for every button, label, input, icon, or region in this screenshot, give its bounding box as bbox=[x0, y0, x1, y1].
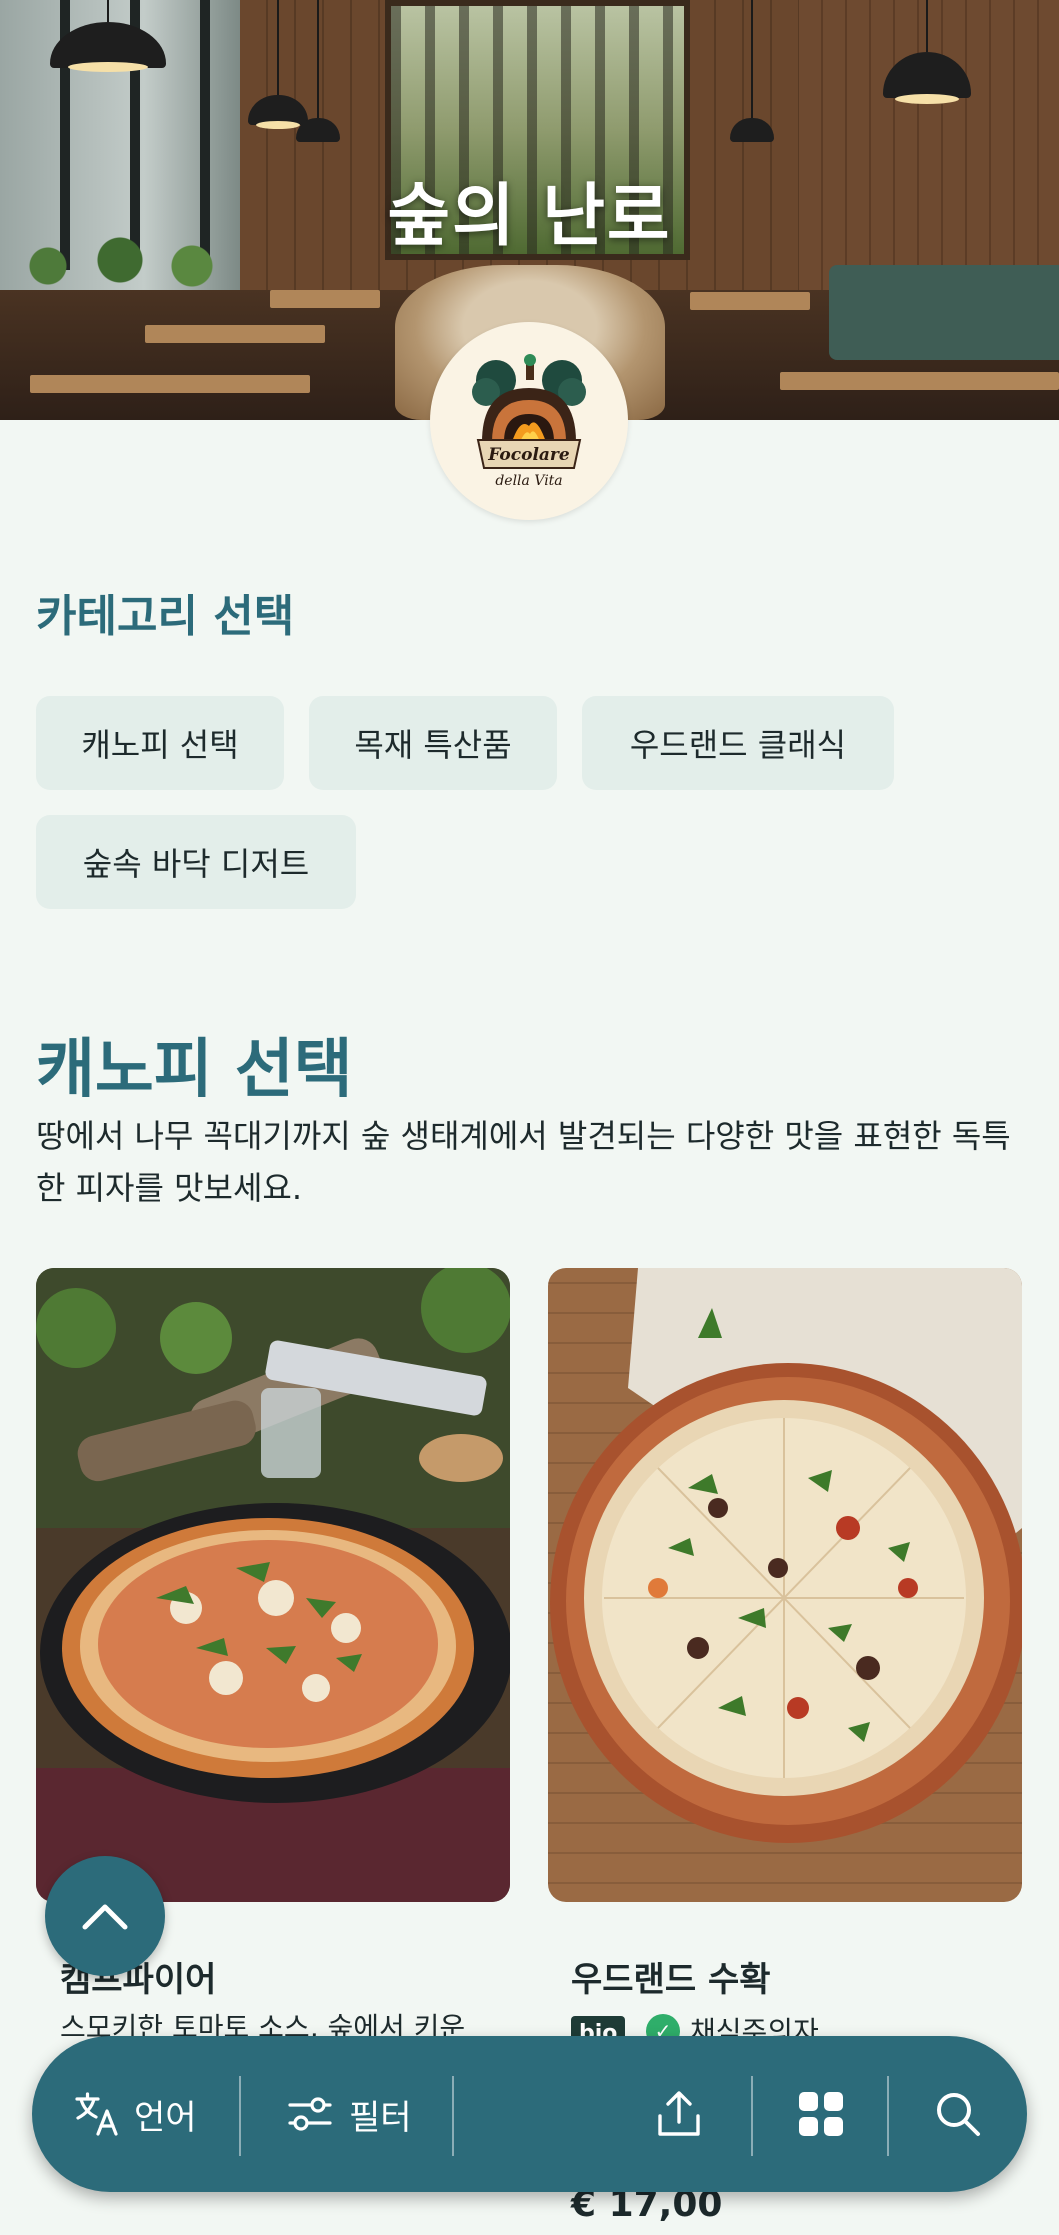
bar-divider bbox=[452, 2076, 454, 2156]
category-chip-forest-dessert[interactable]: 숲속 바닥 디저트 bbox=[36, 815, 356, 909]
bar-divider bbox=[887, 2076, 889, 2156]
category-chip-label: 숲속 바닥 디저트 bbox=[82, 845, 310, 883]
section-description: 땅에서 나무 꼭대기까지 숲 생태계에서 발견되는 다양한 맛을 표현한 독특한… bbox=[36, 1117, 1011, 1207]
translate-icon bbox=[75, 2092, 118, 2136]
scroll-to-top-button[interactable] bbox=[45, 1856, 165, 1976]
section-title: 캐노피 선택 bbox=[36, 1033, 353, 1107]
category-chip-label: 목재 특산품 bbox=[354, 726, 512, 764]
filter-button[interactable]: 필터 bbox=[287, 2036, 412, 2192]
category-heading: 카테고리 선택 bbox=[36, 591, 295, 642]
bottom-action-bar: 언어 필터 bbox=[32, 2036, 1027, 2192]
grid-view-button[interactable] bbox=[797, 2036, 845, 2192]
category-chip-canopy[interactable]: 캐노피 선택 bbox=[36, 696, 284, 790]
hero-table bbox=[690, 292, 810, 310]
restaurant-logo: Focolare della Vita bbox=[430, 322, 628, 520]
category-chip-wood-specialty[interactable]: 목재 특산품 bbox=[309, 696, 557, 790]
bar-divider bbox=[751, 2076, 753, 2156]
hero-table bbox=[270, 290, 380, 308]
logo-line2: della Vita bbox=[495, 473, 562, 489]
category-chip-label: 캐노피 선택 bbox=[81, 726, 239, 764]
product-image-woodland-harvest[interactable] bbox=[548, 1268, 1022, 1902]
product-name[interactable]: 우드랜드 수확 bbox=[571, 1952, 771, 2001]
search-icon bbox=[937, 2093, 980, 2136]
language-button[interactable]: 언어 bbox=[74, 2036, 197, 2192]
hero-bench bbox=[829, 265, 1059, 360]
logo-line1: Focolare bbox=[487, 445, 570, 465]
search-button[interactable] bbox=[934, 2036, 982, 2192]
hero-table bbox=[30, 375, 310, 393]
category-chip-label: 우드랜드 클래식 bbox=[629, 726, 847, 764]
share-button[interactable] bbox=[656, 2036, 702, 2192]
bar-divider bbox=[239, 2076, 241, 2156]
chevron-up-icon bbox=[82, 1904, 128, 1930]
hero-table bbox=[145, 325, 325, 343]
restaurant-title: 숲의 난로 bbox=[387, 177, 672, 256]
grid-icon bbox=[799, 2092, 843, 2136]
filter-label: 필터 bbox=[349, 2097, 412, 2138]
filter-icon bbox=[288, 2097, 332, 2131]
share-icon bbox=[658, 2091, 700, 2136]
hero-table bbox=[780, 372, 1059, 390]
language-label: 언어 bbox=[134, 2097, 197, 2138]
category-chip-woodland-classic[interactable]: 우드랜드 클래식 bbox=[582, 696, 894, 790]
product-image-campfire[interactable] bbox=[36, 1268, 510, 1902]
